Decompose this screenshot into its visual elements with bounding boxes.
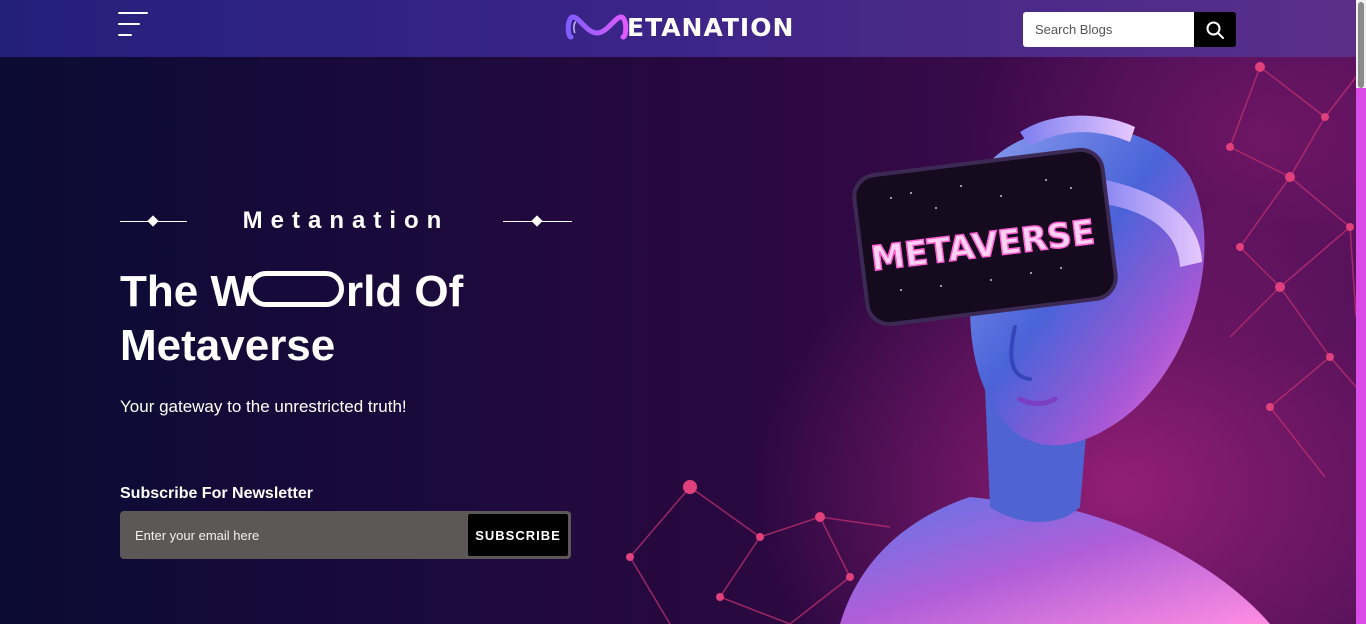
subscribe-button[interactable]: SUBSCRIBE bbox=[468, 514, 568, 556]
hero-title: The W rld Of Metaverse bbox=[120, 265, 600, 373]
top-header: ETANATION bbox=[0, 0, 1356, 57]
menu-icon[interactable] bbox=[118, 12, 152, 40]
brand-name: ETANATION bbox=[627, 12, 795, 42]
hero-section: METAVERSE Metanation The W rld Of Metaver… bbox=[0, 57, 1356, 624]
search-icon bbox=[1206, 21, 1224, 39]
newsletter-label: Subscribe For Newsletter bbox=[120, 485, 313, 502]
scrollbar-track-accent bbox=[1356, 88, 1366, 624]
newsletter-form: SUBSCRIBE bbox=[120, 511, 571, 559]
search-button[interactable] bbox=[1194, 12, 1236, 47]
search-input[interactable] bbox=[1023, 12, 1194, 47]
title-line1-start: The W bbox=[120, 267, 252, 316]
metaverse-hero-illustration: METAVERSE bbox=[626, 62, 1356, 624]
brand-logo[interactable]: ETANATION bbox=[565, 11, 794, 43]
title-line2: Metaverse bbox=[120, 321, 336, 370]
page-scrollbar[interactable] bbox=[1356, 0, 1366, 624]
scrollbar-thumb[interactable] bbox=[1358, 2, 1364, 88]
hero-subtitle: Your gateway to the unrestricted truth! bbox=[120, 397, 407, 416]
search-bar bbox=[1023, 12, 1236, 47]
hero-kicker: Metanation bbox=[120, 207, 572, 237]
newsletter-email-input[interactable] bbox=[123, 514, 468, 556]
title-line1-end: rld Of bbox=[345, 267, 464, 316]
o-ring-icon bbox=[247, 271, 344, 307]
logo-mark-icon bbox=[565, 14, 629, 40]
